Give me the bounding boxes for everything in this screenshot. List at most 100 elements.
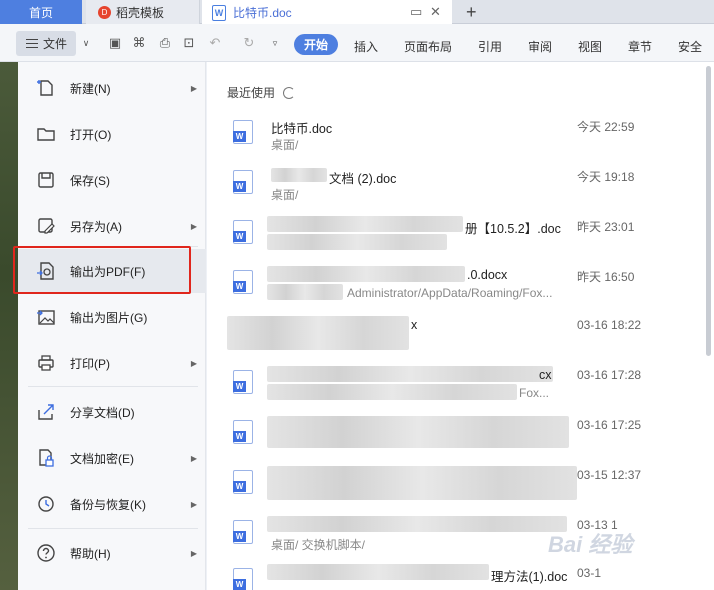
recent-file-row[interactable]: 03-16 17:25 — [227, 414, 707, 464]
menu-item-label: 打开(O) — [70, 127, 112, 142]
menu-item-export-image[interactable]: 输出为图片(G) — [18, 295, 206, 339]
export-image-icon — [37, 310, 55, 325]
ribbon-tab-insert[interactable]: 插入 — [354, 38, 378, 55]
ribbon-tab-start-label: 开始 — [303, 38, 328, 52]
menu-item-backup[interactable]: 备份与恢复(K) ▶ — [18, 482, 206, 526]
ribbon-tab-security[interactable]: 安全 — [678, 38, 702, 55]
file-name: 册【10.5.2】.doc — [465, 222, 561, 236]
file-time: 昨天 16:50 — [577, 270, 635, 284]
tab-document-label: 比特币.doc — [233, 6, 292, 20]
save-as-icon — [38, 218, 55, 234]
menu-divider — [28, 386, 198, 387]
recent-title: 最近使用 — [227, 86, 276, 100]
recent-file-row[interactable]: 册【10.5.2】.doc 昨天 23:01 — [227, 214, 707, 264]
ribbon-tab-review[interactable]: 审阅 — [528, 38, 552, 55]
file-time: 03-16 17:28 — [577, 368, 642, 382]
recent-header: 最近使用 — [227, 84, 296, 101]
file-name: 文档 (2).doc — [329, 172, 397, 186]
close-icon[interactable]: ✕ — [430, 4, 441, 20]
redacted-text — [267, 216, 463, 232]
chevron-right-icon: ▶ — [190, 453, 197, 463]
redacted-text — [267, 284, 343, 300]
tab-home[interactable]: 首页 — [0, 0, 82, 24]
file-menu-button[interactable]: 文件 — [16, 31, 76, 56]
menu-item-label: 新建(N) — [70, 81, 111, 96]
recent-file-row[interactable]: 比特币.doc 桌面/ 今天 22:59 — [227, 114, 707, 164]
ribbon-tab-references[interactable]: 引用 — [478, 38, 502, 55]
redacted-text — [271, 168, 327, 182]
file-path: Fox... — [519, 386, 550, 400]
menu-item-help[interactable]: 帮助(H) ▶ — [18, 531, 206, 575]
file-name: 比特币.doc — [271, 122, 333, 136]
recent-files-panel: 最近使用 比特币.doc 桌面/ 今天 22:59 文档 (2).doc 桌面/… — [207, 62, 714, 590]
backup-icon — [38, 496, 54, 512]
undo-icon[interactable]: ↶ — [206, 34, 224, 52]
plus-icon: + — [466, 1, 477, 22]
ribbon-tab-view[interactable]: 视图 — [578, 38, 602, 55]
tab-template[interactable]: D 稻壳模板 — [86, 0, 200, 24]
file-time: 03-16 18:22 — [577, 318, 642, 332]
file-path: 桌面/ — [271, 138, 299, 152]
recent-file-row[interactable]: 03-15 12:37 — [227, 464, 707, 514]
menu-item-label: 帮助(H) — [70, 546, 111, 561]
recent-file-row[interactable]: 理方法(1).doc 03-1 — [227, 562, 707, 590]
folder-icon — [37, 128, 55, 141]
recent-scrollbar[interactable] — [706, 66, 711, 356]
menu-item-encrypt[interactable]: 文档加密(E) ▶ — [18, 436, 206, 480]
menu-item-label: 分享文档(D) — [70, 405, 135, 420]
word-file-icon — [233, 170, 253, 194]
title-bar: 首页 D 稻壳模板 W 比特币.doc ▭ ✕ + — [0, 0, 714, 25]
tab-document[interactable]: W 比特币.doc ▭ ✕ — [202, 0, 452, 25]
chevron-down-icon[interactable]: ∨ — [77, 34, 95, 52]
recent-file-row[interactable]: 桌面/ 交换机脚本/ 03-13 1 — [227, 514, 707, 564]
menu-item-print[interactable]: 打印(P) ▶ — [18, 341, 206, 385]
chevron-right-icon: ▶ — [190, 358, 197, 368]
refresh-icon[interactable] — [283, 86, 296, 99]
file-time: 今天 19:18 — [577, 170, 635, 184]
chevron-right-icon: ▶ — [190, 548, 197, 558]
recent-file-row[interactable]: cx Fox... 03-16 17:28 — [227, 364, 707, 414]
customize-toolbar-icon[interactable]: ▿ — [266, 34, 284, 52]
menu-item-label: 输出为图片(G) — [70, 310, 148, 325]
recent-file-row[interactable]: x 03-16 18:22 — [227, 314, 707, 364]
chevron-right-icon: ▶ — [190, 83, 197, 93]
redacted-text — [267, 466, 577, 500]
menu-item-new[interactable]: 新建(N) ▶ — [18, 66, 206, 110]
word-file-icon — [233, 220, 253, 244]
format-painter-icon[interactable]: ⌘ — [130, 34, 148, 52]
share-icon — [38, 404, 54, 420]
save-icon[interactable]: ▣ — [106, 34, 124, 52]
ribbon-tab-chapter[interactable]: 章节 — [628, 38, 652, 55]
chevron-right-icon: ▶ — [190, 221, 197, 231]
redacted-text — [227, 316, 409, 350]
save-icon — [38, 172, 54, 188]
menu-item-open[interactable]: 打开(O) — [18, 112, 206, 156]
monitor-icon[interactable]: ▭ — [410, 4, 422, 20]
ribbon-tab-start[interactable]: 开始 — [294, 34, 338, 55]
menu-item-save[interactable]: 保存(S) — [18, 158, 206, 202]
menu-item-save-as[interactable]: 另存为(A) ▶ — [18, 204, 206, 248]
menu-item-label: 打印(P) — [70, 356, 110, 371]
redacted-text — [267, 234, 447, 250]
file-name: x — [411, 318, 418, 332]
desktop-background — [0, 62, 18, 590]
new-tab-button[interactable]: + — [466, 0, 477, 24]
baidu-watermark: Bai 经验 — [548, 532, 633, 557]
menu-item-share[interactable]: 分享文档(D) — [18, 390, 206, 434]
recent-file-row[interactable]: 文档 (2).doc 桌面/ 今天 19:18 — [227, 164, 707, 214]
print-icon[interactable]: ⎙ — [156, 34, 174, 52]
redacted-text — [267, 366, 553, 382]
chevron-right-icon: ▶ — [190, 499, 197, 509]
word-file-icon — [233, 370, 253, 394]
menu-item-label: 保存(S) — [70, 173, 110, 188]
file-name: 理方法(1).doc — [491, 570, 568, 584]
redacted-text — [267, 564, 489, 580]
file-path: 桌面/ — [271, 188, 299, 202]
word-file-icon — [233, 520, 253, 544]
print-preview-icon[interactable]: ⊡ — [180, 34, 198, 52]
word-file-icon — [233, 470, 253, 494]
ribbon-tab-layout[interactable]: 页面布局 — [404, 38, 452, 55]
menu-item-label: 文档加密(E) — [70, 451, 134, 466]
recent-file-row[interactable]: .0.docx Administrator/AppData/Roaming/Fo… — [227, 264, 707, 314]
redo-icon[interactable]: ↻ — [240, 34, 258, 52]
